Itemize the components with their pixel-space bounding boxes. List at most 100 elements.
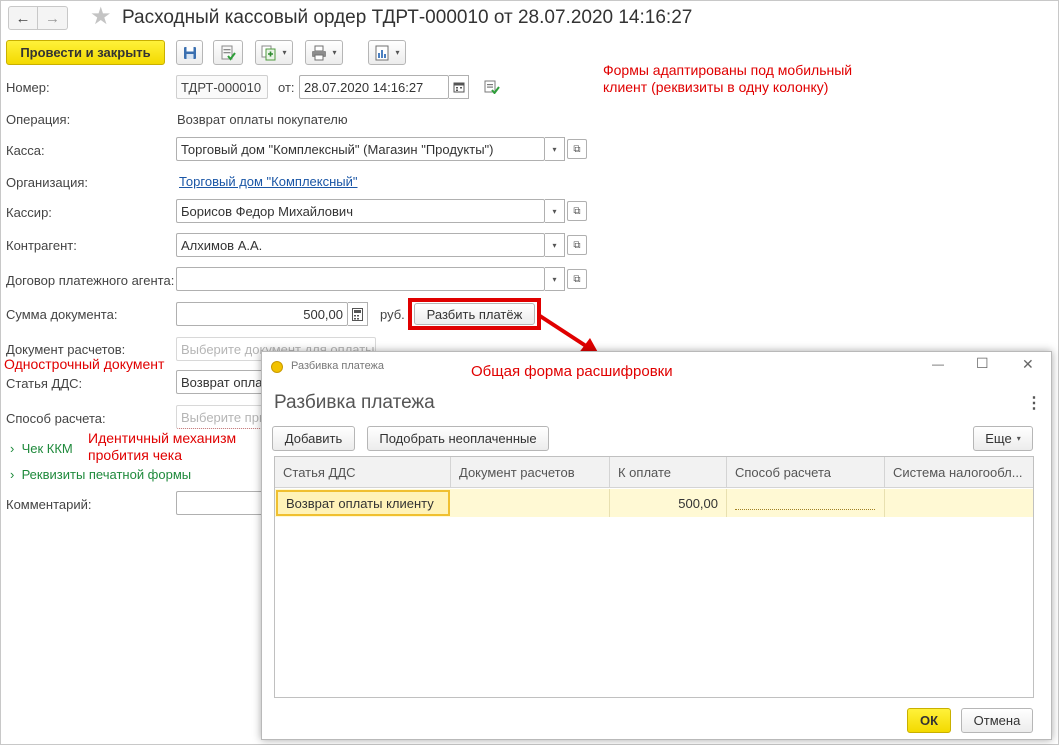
annotation-identical-mechanism: Идентичный механизм пробития чека [88, 430, 237, 463]
column-header-payment-method[interactable]: Способ расчета [727, 457, 885, 487]
column-header-amount[interactable]: К оплате [610, 457, 727, 487]
calculator-icon [352, 307, 363, 321]
counterparty-field[interactable]: Алхимов А.А. [176, 233, 545, 257]
page-title: Расходный кассовый ордер ТДРТ-000010 от … [122, 7, 693, 28]
payment-method-label: Способ расчета: [6, 411, 106, 426]
cell-tax-system[interactable] [885, 489, 1033, 517]
report-icon [375, 45, 389, 60]
kkm-group-toggle[interactable]: › Чек ККМ [10, 441, 73, 456]
kassa-label: Касса: [6, 143, 45, 158]
kassa-dropdown-button[interactable]: ▾ [545, 137, 565, 161]
calendar-icon [453, 82, 464, 93]
chevron-down-icon: ▾ [332, 48, 337, 57]
print-details-group-toggle[interactable]: › Реквизиты печатной формы [10, 467, 191, 482]
payment-method-placeholder: Выберите при [181, 409, 266, 425]
table-row[interactable]: Возврат оплаты клиенту 500,00 [275, 489, 1033, 517]
chevron-down-icon: ▾ [552, 144, 557, 154]
pick-unpaid-button[interactable]: Подобрать неоплаченные [367, 426, 549, 451]
cashier-dropdown-button[interactable]: ▾ [545, 199, 565, 223]
calendar-button[interactable] [449, 75, 469, 99]
forward-button[interactable]: → [38, 6, 68, 30]
operation-value[interactable]: Возврат оплаты покупателю [177, 112, 348, 127]
comment-field[interactable] [176, 491, 266, 515]
annotation-single-line-document: Однострочный документ [4, 356, 165, 372]
cell-dds[interactable]: Возврат оплаты клиенту [276, 490, 450, 516]
agent-contract-label: Договор платежного агента: [6, 273, 175, 288]
chevron-down-icon: ▾ [282, 48, 287, 57]
counterparty-dropdown-button[interactable]: ▾ [545, 233, 565, 257]
cell-payment-method[interactable] [727, 489, 885, 517]
counterparty-open-button[interactable]: ⧉ [567, 235, 587, 255]
split-payment-dialog: Разбивка платежа — ☐ ✕ Разбивка платежа … [261, 351, 1052, 740]
column-header-dds[interactable]: Статья ДДС [275, 457, 451, 487]
arrow-right-icon: → [45, 9, 60, 27]
print-button[interactable]: ▾ [305, 40, 343, 65]
more-button[interactable]: Еще ▾ [973, 426, 1033, 451]
split-payment-button[interactable]: Разбить платёж [414, 303, 535, 325]
post-button[interactable] [213, 40, 243, 65]
floppy-disk-icon [183, 46, 196, 59]
cashier-field[interactable]: Борисов Федор Михайлович [176, 199, 545, 223]
dialog-app-icon [271, 361, 283, 373]
print-details-group-label: Реквизиты печатной формы [21, 467, 192, 482]
chevron-down-icon: ▾ [552, 274, 557, 284]
open-external-icon: ⧉ [573, 273, 581, 285]
cashier-label: Кассир: [6, 205, 52, 220]
dialog-window-title: Разбивка платежа [291, 360, 385, 372]
organization-label: Организация: [6, 175, 89, 190]
column-header-document[interactable]: Документ расчетов [451, 457, 610, 487]
amount-field[interactable]: 500,00 [176, 302, 348, 326]
chevron-down-icon: ▾ [552, 206, 557, 216]
dds-label: Статья ДДС: [6, 376, 83, 391]
column-header-tax-system[interactable]: Система налогообл... [885, 457, 1033, 487]
split-table: Статья ДДС Документ расчетов К оплате Сп… [274, 456, 1034, 698]
back-button[interactable]: ← [8, 6, 38, 30]
date-field[interactable]: 28.07.2020 14:16:27 [299, 75, 449, 99]
calculator-button[interactable] [348, 302, 368, 326]
dds-field[interactable]: Возврат опла [176, 370, 266, 394]
agent-contract-field[interactable] [176, 267, 545, 291]
annotation-mobile-forms: Формы адаптированы под мобильный клиент … [603, 62, 853, 95]
document-status-icon[interactable] [484, 80, 500, 97]
comment-label: Комментарий: [6, 497, 92, 512]
chevron-down-icon: ▾ [552, 240, 557, 250]
cell-amount[interactable]: 500,00 [610, 489, 727, 517]
amount-label: Сумма документа: [6, 307, 118, 322]
number-label: Номер: [6, 80, 50, 95]
favorite-star-icon[interactable]: ★ [90, 5, 112, 29]
currency-label: руб. [380, 307, 405, 322]
ok-button[interactable]: ОК [907, 708, 951, 733]
kassa-open-button[interactable]: ⧉ [567, 139, 587, 159]
kkm-group-label: Чек ККМ [21, 441, 73, 456]
close-icon[interactable]: ✕ [1022, 356, 1034, 373]
cancel-button[interactable]: Отмена [961, 708, 1033, 733]
annotation-common-form: Общая форма расшифровки [471, 363, 673, 380]
maximize-icon[interactable]: ☐ [976, 355, 989, 372]
agent-contract-dropdown-button[interactable]: ▾ [545, 267, 565, 291]
arrow-left-icon: ← [15, 9, 31, 27]
chevron-down-icon: ▾ [395, 48, 400, 57]
cell-document[interactable] [451, 489, 610, 517]
reports-button[interactable]: ▾ [368, 40, 406, 65]
open-external-icon: ⧉ [573, 143, 581, 155]
dialog-heading: Разбивка платежа [274, 392, 435, 413]
number-field[interactable]: ТДРТ-000010 [176, 75, 268, 99]
add-button[interactable]: Добавить [272, 426, 355, 451]
open-external-icon: ⧉ [573, 239, 581, 251]
save-button[interactable] [176, 40, 203, 65]
chevron-right-icon: › [10, 467, 15, 482]
minimize-icon[interactable]: — [932, 357, 944, 371]
table-header: Статья ДДС Документ расчетов К оплате Сп… [275, 457, 1033, 488]
chevron-right-icon: › [10, 441, 15, 456]
post-document-icon [221, 45, 236, 61]
kassa-field[interactable]: Торговый дом "Комплексный" (Магазин "Про… [176, 137, 545, 161]
organization-link[interactable]: Торговый дом "Комплексный" [179, 174, 358, 189]
more-button-label: Еще [985, 431, 1012, 446]
cashier-open-button[interactable]: ⧉ [567, 201, 587, 221]
post-and-close-button[interactable]: Провести и закрыть [6, 40, 165, 65]
create-based-on-button[interactable]: ▾ [255, 40, 293, 65]
payment-method-field[interactable]: Выберите при [176, 405, 266, 429]
date-prefix-label: от: [278, 80, 295, 95]
agent-contract-open-button[interactable]: ⧉ [567, 269, 587, 289]
more-actions-icon[interactable]: ⋮ [1026, 393, 1042, 413]
